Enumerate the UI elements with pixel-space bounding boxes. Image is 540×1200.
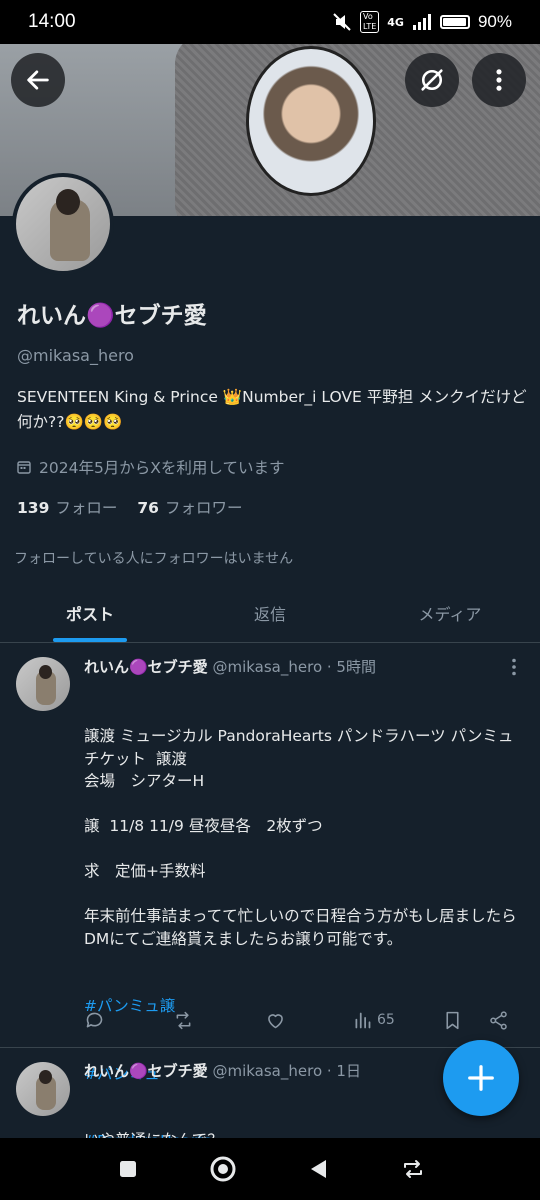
home-button[interactable] — [203, 1149, 243, 1189]
post-more-button[interactable] — [504, 658, 524, 678]
joined-date: 2024年5月からXを利用しています — [17, 456, 284, 478]
reply-icon — [86, 1012, 103, 1027]
more-vertical-icon — [496, 69, 502, 91]
recents-button[interactable] — [108, 1149, 148, 1189]
following-count: 139 — [17, 499, 50, 517]
following-label: フォロー — [55, 499, 118, 517]
share-button[interactable] — [488, 1010, 509, 1031]
post-text: いや普通になんで？ 勝手にやらなくていいよってもう未成年でもなければ子供の指ビン… — [84, 1129, 530, 1138]
heart-icon — [268, 1013, 283, 1028]
arrow-left-icon — [27, 70, 49, 90]
post-avatar-head — [39, 665, 52, 679]
post-header: れいん🟣セブチ愛 @mikasa_hero · 1日 — [84, 1060, 361, 1081]
post-text: 譲渡 ミュージカル PandoraHearts パンドラハーツ パンミュ チケッ… — [84, 727, 517, 948]
post-avatar[interactable] — [16, 1062, 70, 1116]
post-avatar[interactable] — [16, 657, 70, 711]
tab-posts[interactable]: ポスト — [0, 583, 180, 642]
repost-button[interactable] — [173, 1010, 194, 1031]
profile-tabs: ポスト 返信 メディア — [0, 583, 540, 643]
back-button[interactable] — [11, 53, 65, 107]
post-header: れいん🟣セブチ愛 @mikasa_hero · 5時間 — [84, 656, 376, 677]
more-vertical-icon — [512, 658, 516, 676]
rotate-icon — [403, 1160, 422, 1178]
post-actions: 65 — [84, 1008, 524, 1032]
grok-icon — [421, 69, 443, 91]
followers-link[interactable]: 76 フォロワー — [137, 496, 242, 518]
battery-percent: 90% — [477, 12, 512, 31]
compose-post-button[interactable] — [443, 1040, 519, 1116]
views-button[interactable]: 65 — [352, 1010, 395, 1031]
mute-icon — [333, 13, 351, 31]
joined-text: 2024年5月からXを利用しています — [39, 459, 285, 477]
profile-avatar[interactable] — [12, 173, 114, 275]
profile-bio: SEVENTEEN King & Prince 👑Number_i LOVE 平… — [17, 388, 527, 431]
post-handle-time: @mikasa_hero · 1日 — [212, 1062, 361, 1080]
network-type: 4G — [387, 15, 404, 29]
signal-icon — [412, 14, 431, 30]
follow-stats: 139 フォロー 76 フォロワー — [17, 496, 242, 518]
circle-icon — [210, 1156, 235, 1182]
profile-name: れいん🟣セブチ愛 — [17, 303, 207, 329]
like-button[interactable] — [265, 1010, 286, 1031]
reply-button[interactable] — [84, 1010, 105, 1031]
bookmark-icon — [446, 1011, 459, 1029]
tab-replies[interactable]: 返信 — [180, 583, 360, 642]
status-time: 14:00 — [28, 11, 76, 32]
views-icon — [355, 1012, 371, 1028]
tab-media[interactable]: メディア — [360, 583, 540, 642]
post-author-name: れいん🟣セブチ愛 — [84, 1062, 208, 1080]
status-icons: Vo LTE 4G 90% — [332, 11, 512, 33]
calendar-icon — [17, 461, 31, 474]
triangle-back-icon — [310, 1160, 326, 1178]
rotate-button[interactable] — [393, 1149, 433, 1189]
back-system-button[interactable] — [298, 1149, 338, 1189]
grok-button[interactable] — [405, 53, 459, 107]
views-count: 65 — [377, 1012, 395, 1028]
system-nav-bar — [0, 1138, 540, 1200]
post-handle-time: @mikasa_hero · 5時間 — [212, 658, 376, 676]
following-link[interactable]: 139 フォロー — [17, 496, 117, 518]
bookmark-button[interactable] — [442, 1010, 463, 1031]
status-bar: 14:00 Vo LTE 4G 90% — [0, 0, 540, 44]
post-avatar-head — [39, 1070, 52, 1084]
more-options-button[interactable] — [472, 53, 526, 107]
avatar-head — [56, 189, 80, 215]
volte-icon: Vo LTE — [359, 11, 380, 33]
battery-icon — [439, 15, 470, 29]
plus-icon — [468, 1065, 494, 1091]
post-item[interactable]: れいん🟣セブチ愛 @mikasa_hero · 5時間 譲渡 ミュージカル Pa… — [0, 643, 540, 1150]
followed-by-text: フォローしている人にフォロワーはいません — [14, 551, 294, 567]
followers-count: 76 — [137, 499, 159, 517]
banner-photo-fan — [246, 46, 376, 196]
repost-icon — [176, 1011, 191, 1029]
share-icon — [490, 1010, 507, 1030]
profile-handle: @mikasa_hero — [17, 346, 134, 365]
followers-label: フォロワー — [164, 499, 243, 517]
post-author-name: れいん🟣セブチ愛 — [84, 658, 208, 676]
square-icon — [119, 1161, 136, 1177]
